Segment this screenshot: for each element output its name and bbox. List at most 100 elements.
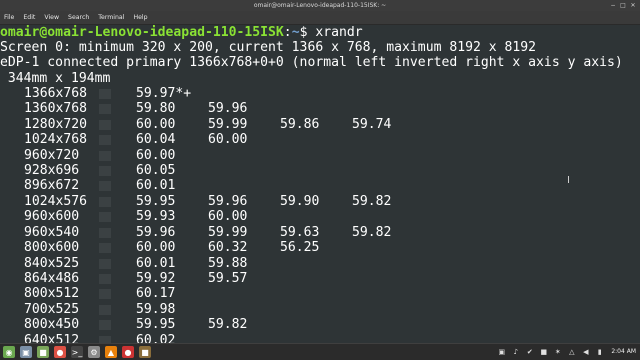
menu-icon[interactable]: ◉ <box>3 346 15 358</box>
screen-info-line: Screen 0: minimum 320 x 200, current 136… <box>0 40 537 56</box>
chrome-icon[interactable]: ● <box>54 346 66 358</box>
app-icon[interactable]: ■ <box>139 346 151 358</box>
mode-refresh-rate: 56.25 <box>280 240 320 256</box>
mode-row: 864x486 59.92 59.57 <box>0 271 640 286</box>
show-desktop-icon[interactable]: ▣ <box>20 346 32 358</box>
highlight-block <box>99 104 111 115</box>
mode-row: 800x450 59.95 59.82 <box>0 317 640 332</box>
mode-row: 1024x576 59.95 59.96 59.90 59.82 <box>0 194 640 209</box>
wifi-icon[interactable]: △ <box>567 346 576 357</box>
system-tray: ▣ ♪ ✔ ■ ✶ △ ◀ ▮ 2:04 AM <box>497 346 636 357</box>
mode-row: 640x512 60.02 <box>0 333 640 343</box>
command-text: xrandr <box>315 25 363 40</box>
mode-refresh-rate: 59.96 <box>208 101 248 117</box>
mode-refresh-rate: 59.93 <box>136 209 176 225</box>
mode-refresh-rate: 60.17 <box>136 286 176 302</box>
taskbar: ◉ ▣ ■ ● >_ ⚙ ▲ ● ■ ▣ ♪ ✔ ■ ✶ △ ◀ ▮ 2:04 AM <box>0 343 640 360</box>
prompt-dollar: $ <box>299 25 316 40</box>
size-info-line: 344mm x 194mm <box>0 70 111 86</box>
mode-refresh-rate: 60.00 <box>136 240 176 256</box>
mode-row: 960x720 60.00 <box>0 148 640 163</box>
mode-refresh-rate: 59.57 <box>208 271 248 286</box>
update-icon[interactable]: ✔ <box>525 346 534 357</box>
mode-resolution: 960x600 <box>24 209 80 225</box>
mode-row: 960x540 59.96 59.99 59.63 59.82 <box>0 225 640 240</box>
menu-file[interactable]: File <box>4 11 14 24</box>
prompt-colon: : <box>283 25 292 40</box>
mode-resolution: 896x672 <box>24 178 80 194</box>
battery-icon[interactable]: ▮ <box>595 346 604 357</box>
volume-icon[interactable]: ◀ <box>581 346 590 357</box>
highlight-block <box>99 119 111 130</box>
mode-refresh-rate: 60.00 <box>208 209 248 225</box>
vlc-icon[interactable]: ▲ <box>105 346 117 358</box>
close-icon[interactable]: ✕ <box>630 2 636 9</box>
highlight-block <box>99 165 111 176</box>
mode-row: 840x525 60.01 59.88 <box>0 256 640 271</box>
mode-refresh-rate: 59.97*+ <box>136 85 192 101</box>
mode-refresh-rate: 60.00 <box>208 132 248 148</box>
mode-resolution: 1024x768 <box>24 132 88 148</box>
tray-icons: ▣ ♪ ✔ ■ ✶ △ ◀ ▮ <box>497 346 604 357</box>
mode-resolution: 1366x768 <box>24 85 88 101</box>
minimize-icon[interactable]: − <box>610 2 616 9</box>
highlight-block <box>99 150 111 161</box>
menu-terminal[interactable]: Terminal <box>98 11 124 24</box>
terminal-output[interactable]: omair@omair-Lenovo-ideapad-110-15ISK:~$ … <box>0 25 640 343</box>
mode-list: 1366x768 59.97*+ 1360x768 59.80 59.96 1280x72… <box>0 86 640 343</box>
mode-resolution: 1024x576 <box>24 193 88 209</box>
menu-search[interactable]: Search <box>68 11 89 24</box>
prompt-user-host: omair@omair-Lenovo-ideapad-110-15ISK <box>0 25 284 40</box>
files-icon[interactable]: ■ <box>37 346 49 358</box>
mode-refresh-rate: 60.05 <box>136 162 176 178</box>
mode-refresh-rate: 59.92 <box>136 271 176 286</box>
mode-resolution: 1360x768 <box>24 101 88 117</box>
bluetooth-icon[interactable]: ✶ <box>553 346 562 357</box>
window-titlebar[interactable]: omair@omair-Lenovo-ideapad-110-15ISK: ~ … <box>0 0 640 11</box>
mode-refresh-rate: 59.82 <box>208 317 248 333</box>
mode-row: 1024x768 60.04 60.00 <box>0 132 640 147</box>
highlight-block <box>99 135 111 146</box>
mode-resolution: 864x486 <box>24 271 80 286</box>
menu-edit[interactable]: Edit <box>23 11 35 24</box>
network-icon[interactable]: ▣ <box>497 346 506 357</box>
menu-view[interactable]: View <box>44 11 59 24</box>
lock-icon[interactable]: ■ <box>539 346 548 357</box>
mode-refresh-rate: 60.32 <box>208 240 248 256</box>
taskbar-launchers: ◉ ▣ ■ ● >_ ⚙ ▲ ● ■ <box>3 346 151 358</box>
mode-refresh-rate: 59.95 <box>136 317 176 333</box>
mode-resolution: 800x600 <box>24 240 80 256</box>
text-cursor-icon <box>568 176 569 183</box>
highlight-block <box>99 227 111 238</box>
mode-refresh-rate: 59.99 <box>208 224 248 240</box>
mode-row: 700x525 59.98 <box>0 302 640 317</box>
maximize-icon[interactable]: □ <box>620 2 626 9</box>
terminal-icon[interactable]: >_ <box>71 346 83 358</box>
mode-resolution: 960x540 <box>24 224 80 240</box>
mode-row: 1360x768 59.80 59.96 <box>0 101 640 116</box>
mode-row: 1366x768 59.97*+ <box>0 86 640 101</box>
mode-resolution: 700x525 <box>24 301 80 317</box>
output-info-line: eDP-1 connected primary 1366x768+0+0 (no… <box>0 55 623 71</box>
mode-refresh-rate: 59.95 <box>136 193 176 209</box>
sound-icon[interactable]: ♪ <box>511 346 520 357</box>
settings-icon[interactable]: ⚙ <box>88 346 100 358</box>
mode-refresh-rate: 60.02 <box>136 332 176 343</box>
mode-refresh-rate: 60.00 <box>136 116 176 132</box>
clock[interactable]: 2:04 AM <box>611 348 636 355</box>
screen-recorder-icon[interactable]: ● <box>122 346 134 358</box>
mode-refresh-rate: 59.82 <box>352 224 392 240</box>
mode-refresh-rate: 59.98 <box>136 301 176 317</box>
mode-row: 800x600 60.00 60.32 56.25 <box>0 240 640 255</box>
mode-refresh-rate: 60.00 <box>136 147 176 163</box>
highlight-block <box>99 181 111 192</box>
menu-help[interactable]: Help <box>133 11 147 24</box>
mode-refresh-rate: 59.96 <box>136 224 176 240</box>
highlight-block <box>99 289 111 300</box>
mode-refresh-rate: 59.96 <box>208 193 248 209</box>
highlight-block <box>99 243 111 254</box>
mode-resolution: 928x696 <box>24 162 80 178</box>
highlight-block <box>99 196 111 207</box>
highlight-block <box>99 320 111 331</box>
mode-row: 1280x720 60.00 59.99 59.86 59.74 <box>0 117 640 132</box>
